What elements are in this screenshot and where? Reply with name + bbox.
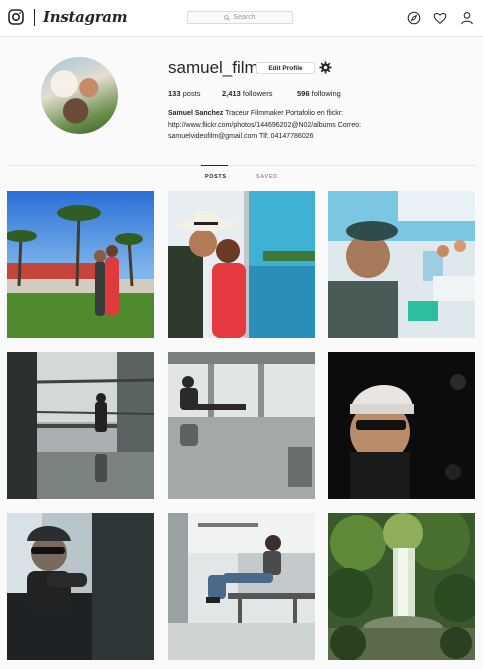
posts-label: posts bbox=[182, 89, 201, 98]
search-icon bbox=[224, 14, 231, 21]
post-tile[interactable] bbox=[328, 513, 475, 660]
instagram-wordmark[interactable]: Instagram bbox=[43, 8, 128, 26]
man-cap-sunglasses-dark-photo bbox=[328, 352, 475, 499]
profile-bio: Samuel Sanchez Traceur Filmmaker Portafo… bbox=[168, 108, 418, 143]
post-tile[interactable] bbox=[168, 352, 315, 499]
man-cap-sunglasses-bw-photo bbox=[7, 513, 154, 660]
bio-link[interactable]: http://www.flickr.com/photos/144696202@N… bbox=[168, 122, 361, 129]
profile-avatar[interactable] bbox=[41, 57, 118, 134]
profile-username: samuel_film bbox=[168, 58, 259, 77]
bio-text-line3: samuelvideofilm@gmail.com Tlf: 041477860… bbox=[168, 133, 314, 140]
jungle-waterfall-photo bbox=[328, 513, 475, 660]
following-stat[interactable]: 596 following bbox=[297, 89, 341, 98]
man-sitting-airport-chairs-photo bbox=[168, 513, 315, 660]
post-tile[interactable] bbox=[168, 513, 315, 660]
post-tile[interactable] bbox=[7, 191, 154, 338]
posts-stat: 133 posts bbox=[168, 89, 201, 98]
heart-icon[interactable] bbox=[433, 11, 447, 25]
following-label: following bbox=[311, 89, 341, 98]
followers-label: followers bbox=[242, 89, 273, 98]
post-tile[interactable] bbox=[328, 352, 475, 499]
followers-count: 2,413 bbox=[222, 89, 241, 98]
couple-kiss-boat-photo bbox=[168, 191, 315, 338]
active-tab-indicator bbox=[201, 165, 228, 166]
search-placeholder: Search bbox=[233, 14, 256, 21]
followers-stat[interactable]: 2,413 followers bbox=[222, 89, 272, 98]
logo-divider bbox=[34, 9, 35, 26]
man-sitting-reflection-photo bbox=[168, 352, 315, 499]
man-cap-boat-selfie-photo bbox=[328, 191, 475, 338]
following-count: 596 bbox=[297, 89, 310, 98]
compass-icon[interactable] bbox=[407, 11, 421, 25]
silhouette-building-reflection-photo bbox=[7, 352, 154, 499]
post-tile[interactable] bbox=[328, 191, 475, 338]
couple-palm-trees-photo bbox=[7, 191, 154, 338]
edit-profile-button[interactable]: Edit Profile bbox=[256, 62, 315, 74]
tab-saved[interactable]: SAVED bbox=[256, 174, 278, 180]
user-icon[interactable] bbox=[460, 11, 474, 25]
tab-posts[interactable]: POSTS bbox=[205, 174, 227, 180]
search-input[interactable]: Search bbox=[187, 11, 293, 24]
top-nav-bar: Instagram Search bbox=[0, 0, 483, 37]
post-tile[interactable] bbox=[7, 352, 154, 499]
posts-count: 133 bbox=[168, 89, 181, 98]
post-tile[interactable] bbox=[7, 513, 154, 660]
post-tile[interactable] bbox=[168, 191, 315, 338]
profile-full-name: Samuel Sanchez bbox=[168, 110, 224, 117]
instagram-camera-icon[interactable] bbox=[8, 9, 24, 25]
tabs-divider bbox=[7, 165, 476, 166]
bio-text-line1: Traceur Filmmaker Portafolio en flickr: bbox=[225, 110, 344, 117]
gear-icon[interactable] bbox=[319, 61, 332, 74]
